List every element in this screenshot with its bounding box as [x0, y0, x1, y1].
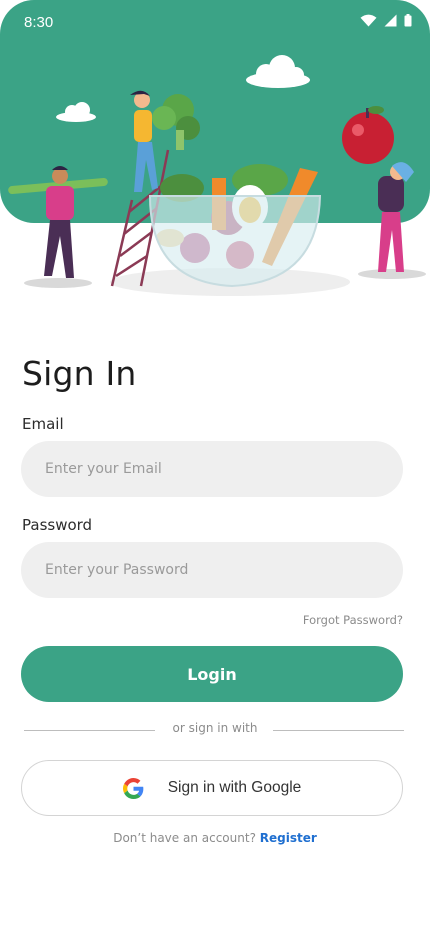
- google-sign-in-label: Sign in with Google: [167, 779, 302, 796]
- register-prompt-row: Don’t have an account? Register: [0, 831, 430, 845]
- status-icons: [360, 14, 412, 27]
- divider-text: or sign in with: [172, 721, 258, 735]
- wifi-icon: [360, 14, 377, 27]
- battery-icon: [404, 14, 412, 27]
- password-label: Password: [22, 516, 93, 534]
- status-bar: 8:30: [0, 0, 430, 46]
- email-field[interactable]: [21, 441, 403, 497]
- forgot-password-link[interactable]: Forgot Password?: [303, 613, 403, 627]
- email-label: Email: [22, 415, 64, 433]
- signal-icon: [384, 14, 397, 27]
- divider-line-right: [273, 730, 404, 731]
- page-title: Sign In: [22, 354, 137, 393]
- google-icon: [122, 777, 144, 799]
- google-sign-in-button[interactable]: Sign in with Google: [21, 760, 403, 816]
- status-time: 8:30: [24, 14, 54, 31]
- login-button[interactable]: Login: [21, 646, 403, 702]
- register-prompt: Don’t have an account?: [113, 831, 256, 845]
- register-link[interactable]: Register: [260, 831, 317, 845]
- password-field[interactable]: [21, 542, 403, 598]
